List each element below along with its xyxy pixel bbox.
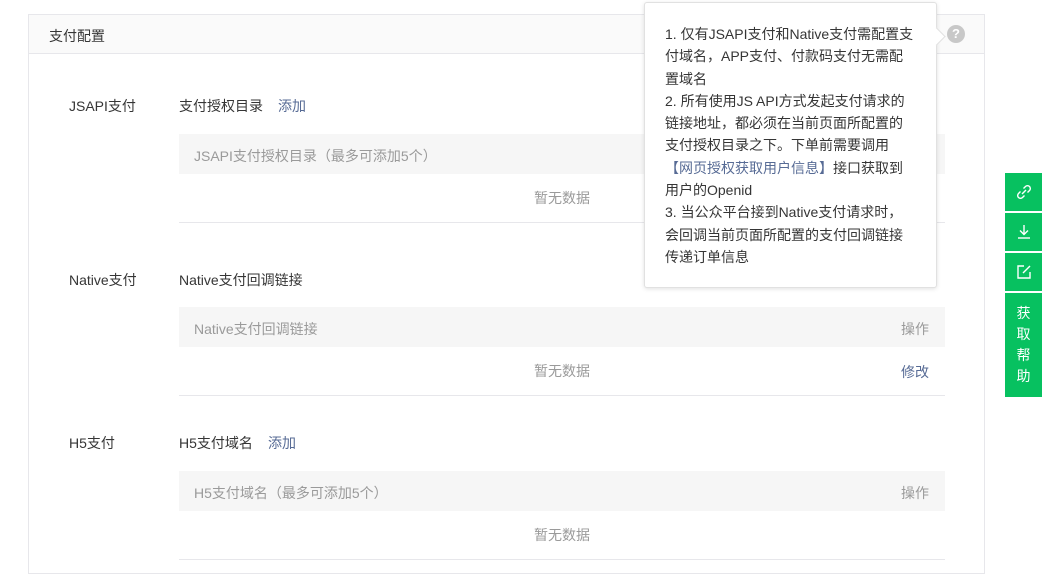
sidebar-download-button[interactable] <box>1005 213 1042 251</box>
link-icon <box>1016 184 1031 200</box>
sidebar-link-button[interactable] <box>1005 173 1042 211</box>
sidebar-get-help-button[interactable]: 获 取 帮 助 <box>1005 293 1042 397</box>
native-label: Native支付 <box>69 272 137 288</box>
native-table: Native支付回调链接 操作 暂无数据 修改 <box>179 307 945 396</box>
h5-table-header: H5支付域名（最多可添加5个） 操作 <box>179 471 945 511</box>
native-edit-link[interactable]: 修改 <box>901 362 929 382</box>
edit-icon <box>1016 265 1031 279</box>
native-empty-text: 暂无数据 <box>534 363 590 379</box>
get-help-char-4: 助 <box>1016 368 1031 384</box>
h5-col-action: 操作 <box>901 485 929 501</box>
get-help-char-2: 取 <box>1016 326 1031 342</box>
jsapi-col-header: JSAPI支付授权目录（最多可添加5个） <box>194 148 437 164</box>
h5-empty-text: 暂无数据 <box>534 527 590 543</box>
help-question-icon[interactable]: ? <box>947 25 965 43</box>
popover-item-1: 1. 仅有JSAPI支付和Native支付需配置支付域名，APP支付、付款码支付… <box>665 26 914 87</box>
popover-item-2-text: 2. 所有使用JS API方式发起支付请求的链接地址，都必须在当前页面所配置的支… <box>665 92 905 154</box>
panel-title: 支付配置 <box>49 28 105 44</box>
download-icon <box>1017 225 1030 239</box>
sidebar-edit-button[interactable] <box>1005 253 1042 291</box>
h5-sub-title: H5支付域名 <box>179 435 253 451</box>
popover-item-3: 3. 当公众平台接到Native支付请求时，会回调当前页面所配置的支付回调链接传… <box>665 204 903 265</box>
jsapi-add-link[interactable]: 添加 <box>278 96 306 116</box>
get-help-char-1: 获 <box>1016 305 1031 321</box>
native-sub-title: Native支付回调链接 <box>179 272 303 288</box>
get-help-char-3: 帮 <box>1016 347 1031 363</box>
floating-sidebar: 获 取 帮 助 <box>1005 173 1042 397</box>
h5-col-header: H5支付域名（最多可添加5个） <box>194 485 388 501</box>
popover-item-2: 2. 所有使用JS API方式发起支付请求的链接地址，都必须在当前页面所配置的支… <box>665 90 916 201</box>
jsapi-sub-title: 支付授权目录 <box>179 98 263 114</box>
h5-table: H5支付域名（最多可添加5个） 操作 暂无数据 <box>179 471 945 560</box>
help-popover: 1. 仅有JSAPI支付和Native支付需配置支付域名，APP支付、付款码支付… <box>644 2 946 288</box>
h5-add-link[interactable]: 添加 <box>268 433 296 453</box>
native-col-header: Native支付回调链接 <box>194 321 318 337</box>
native-table-header: Native支付回调链接 操作 <box>179 307 945 347</box>
oauth-user-info-link[interactable]: 【网页授权获取用户信息】 <box>665 160 833 176</box>
jsapi-label: JSAPI支付 <box>69 98 136 114</box>
h5-table-row: 暂无数据 <box>179 511 945 560</box>
native-table-row: 暂无数据 修改 <box>179 347 945 396</box>
h5-label: H5支付 <box>69 435 115 451</box>
native-col-action: 操作 <box>901 321 929 337</box>
